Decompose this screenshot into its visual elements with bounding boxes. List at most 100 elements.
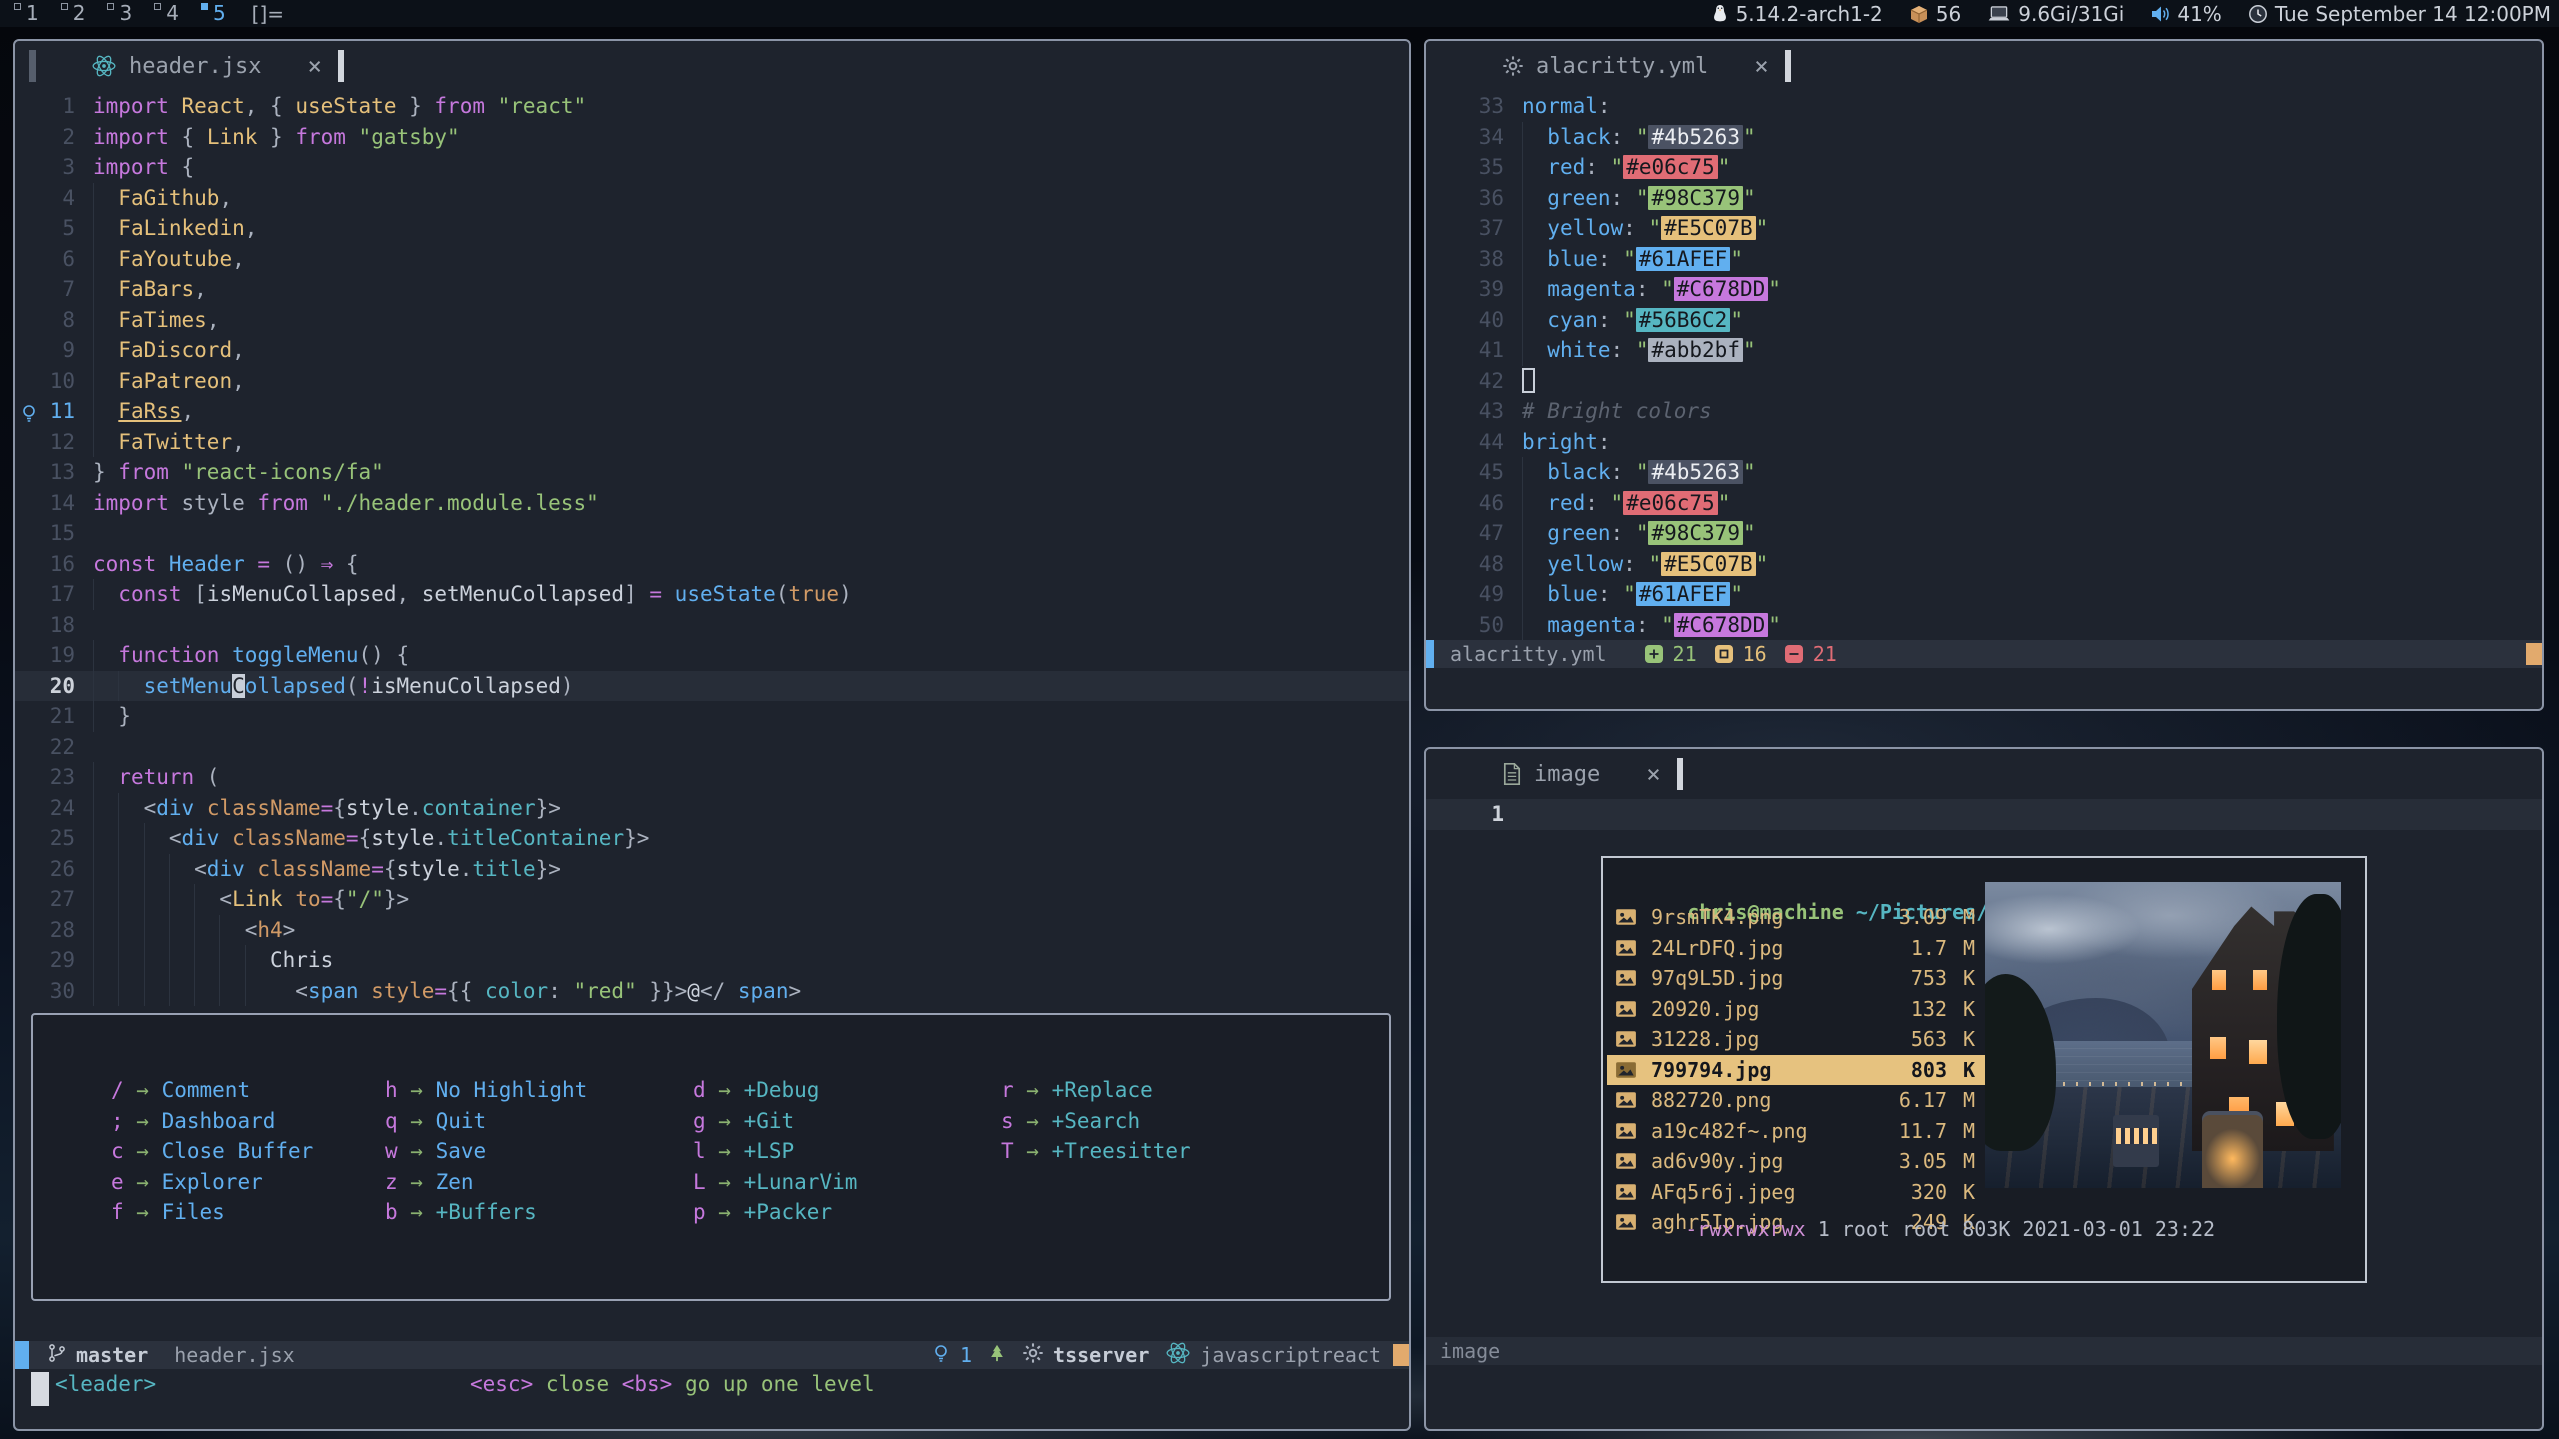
workspace-3[interactable]: 3 — [107, 0, 132, 27]
color-chip: #e06c75 — [1623, 155, 1718, 179]
code-line[interactable]: 42 — [1426, 366, 2542, 397]
layout-symbol[interactable]: []= — [252, 2, 284, 26]
code-token: : — [1585, 155, 1610, 179]
code-line[interactable]: 24 <div className={style.container}> — [15, 793, 1409, 824]
code-area[interactable]: 33normal:34 black: "#4b5263"35 red: "#e0… — [1426, 91, 2542, 640]
code-line[interactable]: 8 FaTimes, — [15, 305, 1409, 336]
code-line[interactable]: 4 FaGithub, — [15, 183, 1409, 214]
code-token: style — [182, 491, 258, 515]
code-line[interactable]: 27 <Link to={"/"}> — [15, 884, 1409, 915]
close-icon[interactable]: × — [307, 52, 321, 80]
close-icon[interactable]: × — [1646, 760, 1660, 788]
scroll-progress[interactable] — [1393, 1344, 1409, 1366]
indent-guide — [1522, 518, 1523, 549]
code-line[interactable]: 43# Bright colors — [1426, 396, 2542, 427]
code-token: " — [1743, 186, 1756, 210]
code-line[interactable]: 38 blue: "#61AFEF" — [1426, 244, 2542, 275]
code-line[interactable]: 40 cyan: "#56B6C2" — [1426, 305, 2542, 336]
indent-guide — [144, 945, 145, 976]
code-token: } — [396, 94, 434, 118]
left-cmdline[interactable]: <leader> <esc> close <bs> go up one leve… — [15, 1369, 1409, 1429]
indent-guide — [118, 945, 119, 976]
whichkey-key: l — [693, 1139, 706, 1163]
code-line[interactable]: 46 red: "#e06c75" — [1426, 488, 2542, 519]
code-line[interactable]: 44bright: — [1426, 427, 2542, 458]
code-line[interactable]: 13} from "react-icons/fa" — [15, 457, 1409, 488]
code-line[interactable]: 33normal: — [1426, 91, 2542, 122]
code-token: , — [219, 186, 232, 210]
code-line[interactable]: 19 function toggleMenu() { — [15, 640, 1409, 671]
code-line[interactable]: 23 return ( — [15, 762, 1409, 793]
code-line[interactable]: 21 } — [15, 701, 1409, 732]
code-line[interactable]: 6 FaYoutube, — [15, 244, 1409, 275]
tab-image[interactable]: image × — [1502, 760, 1661, 788]
code-line[interactable]: 12 FaTwitter, — [15, 427, 1409, 458]
diagnostics[interactable]: 1 — [931, 1343, 972, 1368]
line-number: 42 — [1426, 366, 1504, 397]
code-line[interactable]: 10 FaPatreon, — [15, 366, 1409, 397]
code-line[interactable]: 18 — [15, 610, 1409, 641]
code-line[interactable]: 5 FaLinkedin, — [15, 213, 1409, 244]
tab-alacritty-yml[interactable]: alacritty.yml × — [1502, 52, 1769, 80]
code-line[interactable]: 37 yellow: "#E5C07B" — [1426, 213, 2542, 244]
file-size-unit: M — [1963, 1085, 1975, 1116]
code-line[interactable]: 1 — [1426, 799, 2542, 830]
code-area[interactable]: 1import React, { useState } from "react"… — [15, 91, 1409, 1006]
scroll-progress[interactable] — [2526, 643, 2542, 665]
code-line[interactable]: 30 <span style={{ color: "red" }}>@</ sp… — [15, 976, 1409, 1007]
kernel-version: 5.14.2-arch1-2 — [1736, 2, 1883, 26]
code-line[interactable]: 3import { — [15, 152, 1409, 183]
code-line[interactable]: 15 — [15, 518, 1409, 549]
code-area[interactable]: 1 — [1426, 799, 2542, 830]
close-icon[interactable]: × — [1754, 52, 1768, 80]
clock-icon — [2248, 4, 2268, 24]
code-line[interactable]: 28 <h4> — [15, 915, 1409, 946]
code-line[interactable]: 16const Header = () ⇒ { — [15, 549, 1409, 580]
code-line[interactable]: 17 const [isMenuCollapsed, setMenuCollap… — [15, 579, 1409, 610]
rb-statusline: image — [1426, 1337, 2542, 1365]
statusline-filename: alacritty.yml — [1450, 642, 1607, 666]
code-line[interactable]: 22 — [15, 732, 1409, 763]
code-line[interactable]: 14import style from "./header.module.les… — [15, 488, 1409, 519]
code-line[interactable]: 45 black: "#4b5263" — [1426, 457, 2542, 488]
code-line[interactable]: 47 green: "#98C379" — [1426, 518, 2542, 549]
code-token: FaDiscord — [118, 338, 232, 362]
code-token: = — [321, 796, 334, 820]
file-size-unit: K — [1963, 963, 1975, 994]
code-token: , — [232, 369, 245, 393]
code-line[interactable]: 41 white: "#abb2bf" — [1426, 335, 2542, 366]
code-line[interactable]: 11 FaRss, — [15, 396, 1409, 427]
code-line[interactable]: 1import React, { useState } from "react" — [15, 91, 1409, 122]
whichkey-label: Save — [436, 1139, 487, 1163]
code-line[interactable]: 49 blue: "#61AFEF" — [1426, 579, 2542, 610]
workspace-5[interactable]: 5 — [201, 0, 226, 27]
code-line[interactable]: 36 green: "#98C379" — [1426, 183, 2542, 214]
code-token: : — [1611, 125, 1636, 149]
memory-info: 9.6Gi/31Gi — [1987, 2, 2124, 26]
code-line[interactable]: 26 <div className={style.title}> — [15, 854, 1409, 885]
code-line[interactable]: 39 magenta: "#C678DD" — [1426, 274, 2542, 305]
code-line[interactable]: 25 <div className={style.titleContainer}… — [15, 823, 1409, 854]
workspace-1[interactable]: 1 — [14, 0, 39, 27]
code-token: return — [118, 765, 194, 789]
arrow-icon: → — [124, 1170, 162, 1194]
indent-guide — [118, 854, 119, 885]
code-line[interactable]: 29 Chris — [15, 945, 1409, 976]
code-line[interactable]: 50 magenta: "#C678DD" — [1426, 610, 2542, 641]
file-preview-panel: chris@machine ~/Pictures/wallpapers/7997… — [1601, 856, 2367, 1283]
code-line[interactable]: 9 FaDiscord, — [15, 335, 1409, 366]
workspace-4[interactable]: 4 — [154, 0, 179, 27]
whichkey-label: Close Buffer — [162, 1139, 314, 1163]
indent-guide — [219, 915, 220, 946]
code-line[interactable]: 20 setMenuCollapsed(!isMenuCollapsed) — [15, 671, 1409, 702]
code-line[interactable]: 48 yellow: "#E5C07B" — [1426, 549, 2542, 580]
tab-header-jsx[interactable]: header.jsx × — [91, 52, 322, 80]
workspace-2[interactable]: 2 — [61, 0, 86, 27]
code-line[interactable]: 2import { Link } from "gatsby" — [15, 122, 1409, 153]
git-branch[interactable]: master — [47, 1343, 148, 1368]
code-line[interactable]: 34 black: "#4b5263" — [1426, 122, 2542, 153]
code-line[interactable]: 35 red: "#e06c75" — [1426, 152, 2542, 183]
volume-info[interactable]: 41% — [2150, 2, 2221, 26]
code-line[interactable]: 7 FaBars, — [15, 274, 1409, 305]
image-file-icon — [1615, 999, 1637, 1019]
